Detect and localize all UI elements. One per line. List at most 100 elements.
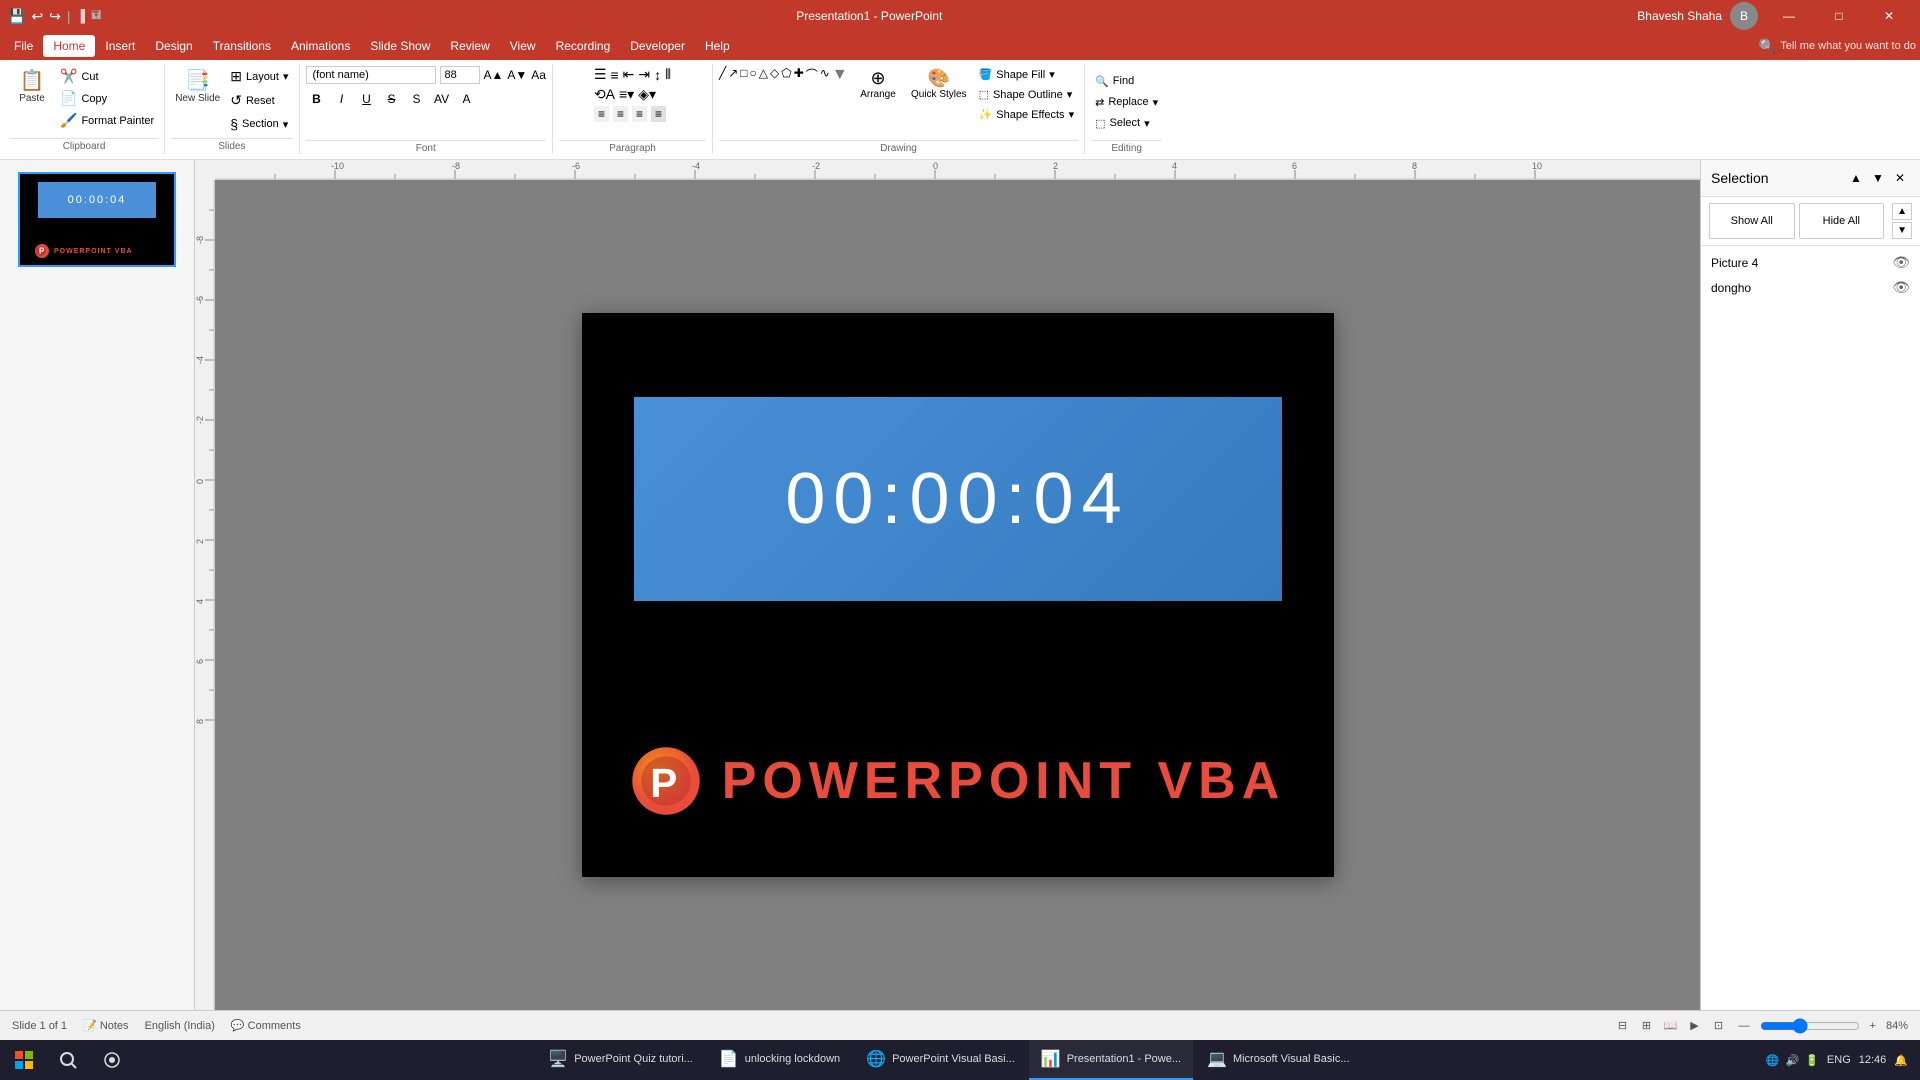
align-right-button[interactable]: ≡ — [632, 106, 647, 122]
freeform-tool[interactable]: ∿ — [820, 66, 830, 84]
text-direction-button[interactable]: ⟲A — [594, 86, 615, 103]
triangle-tool[interactable]: △ — [759, 66, 768, 84]
collapse-up-button[interactable]: ▲ — [1846, 168, 1866, 188]
align-center-button[interactable]: ≡ — [613, 106, 628, 122]
battery-icon[interactable]: 🔋 — [1805, 1054, 1819, 1067]
selection-item-picture4[interactable]: Picture 4 👁 — [1701, 250, 1920, 275]
arrange-button[interactable]: ⊕ Arrange — [853, 66, 903, 102]
menu-slideshow[interactable]: Slide Show — [360, 35, 440, 57]
align-text-button[interactable]: ≡▾ — [619, 86, 634, 103]
reset-button[interactable]: ↺ Reset — [226, 90, 292, 111]
line-tool[interactable]: ╱ — [719, 66, 726, 84]
quick-styles-button[interactable]: 🎨 Quick Styles — [907, 66, 971, 102]
font-size-decrease[interactable]: A▼ — [507, 68, 527, 82]
arc-tool[interactable]: ⌒ — [806, 66, 818, 84]
maximize-button[interactable]: □ — [1816, 0, 1862, 32]
taskbar-app-quiz[interactable]: 🖥️ PowerPoint Quiz tutori... — [536, 1040, 705, 1080]
layout-button[interactable]: ⊞ Layout▾ — [226, 66, 292, 87]
menu-insert[interactable]: Insert — [95, 35, 145, 57]
menu-design[interactable]: Design — [145, 35, 202, 57]
drawing-group-label[interactable]: Drawing — [719, 140, 1078, 154]
hide-all-button[interactable]: Hide All — [1799, 203, 1885, 239]
selection-scroll[interactable]: ▲ ▼ — [1892, 203, 1912, 239]
columns-button[interactable]: ⫴ — [665, 66, 671, 83]
reading-view-button[interactable]: 📖 — [1661, 1016, 1681, 1036]
menu-recording[interactable]: Recording — [546, 35, 621, 57]
pentagon-tool[interactable]: ⬠ — [781, 66, 791, 84]
taskbar-app-lockdown[interactable]: 📄 unlocking lockdown — [707, 1040, 852, 1080]
editing-group-label[interactable]: Editing — [1091, 140, 1162, 154]
increase-indent-button[interactable]: ⇥ — [638, 66, 650, 83]
visibility-eye-picture4[interactable]: 👁 — [1892, 254, 1910, 271]
zoom-slider[interactable] — [1760, 1018, 1860, 1034]
notes-button[interactable]: 📝 Notes — [83, 1019, 129, 1032]
selection-item-dongho[interactable]: dongho 👁 — [1701, 275, 1920, 300]
slides-label[interactable]: Slides — [171, 138, 292, 154]
shape-outline-button[interactable]: ⬚ Shape Outline▾ — [975, 86, 1079, 103]
font-name-input[interactable] — [306, 66, 436, 84]
close-button[interactable]: ✕ — [1866, 0, 1912, 32]
shapes-scroll[interactable]: ▼ — [832, 66, 848, 84]
menu-help[interactable]: Help — [695, 35, 740, 57]
align-left-button[interactable]: ≡ — [594, 106, 609, 122]
decrease-indent-button[interactable]: ⇤ — [623, 66, 635, 83]
search-taskbar-button[interactable] — [48, 1040, 88, 1080]
zoom-in-button[interactable]: + — [1870, 1020, 1876, 1032]
shape-fill-button[interactable]: 🪣 Shape Fill▾ — [975, 66, 1079, 83]
expand-panel-button[interactable]: ▼ — [1868, 168, 1888, 188]
arrow-tool[interactable]: ↗ — [728, 66, 738, 84]
new-slide-button[interactable]: 📑 New Slide — [171, 66, 224, 106]
char-spacing-button[interactable]: AV — [431, 89, 453, 109]
menu-view[interactable]: View — [500, 35, 546, 57]
fit-to-window[interactable]: ⊡ — [1709, 1016, 1729, 1036]
slide-thumbnail[interactable]: 00:00:04 P POWERPOINT VBA — [18, 172, 176, 267]
rect-tool[interactable]: □ — [740, 66, 747, 84]
strikethrough-button[interactable]: S — [381, 89, 403, 109]
menu-file[interactable]: File — [4, 35, 43, 57]
select-button[interactable]: ⬚ Select▾ — [1091, 115, 1154, 132]
minimize-button[interactable]: — — [1766, 0, 1812, 32]
justify-button[interactable]: ≡ — [651, 106, 666, 122]
find-button[interactable]: 🔍 Find — [1091, 73, 1138, 90]
copy-button[interactable]: 📄 Copy — [56, 88, 158, 109]
slide-canvas[interactable]: 00:00:04 — [215, 180, 1700, 1010]
bullet-list-button[interactable]: ☰ — [594, 66, 607, 83]
clear-format-button[interactable]: Aa — [531, 68, 546, 82]
italic-button[interactable]: I — [331, 89, 353, 109]
menu-developer[interactable]: Developer — [620, 35, 695, 57]
clipboard-label[interactable]: Clipboard — [10, 138, 158, 154]
menu-animations[interactable]: Animations — [281, 35, 360, 57]
format-painter-button[interactable]: 🖌️ Format Painter — [56, 110, 158, 131]
menu-home[interactable]: Home — [43, 35, 95, 57]
taskbar-app-presentation[interactable]: 📊 Presentation1 - Powe... — [1029, 1040, 1193, 1080]
slide-sorter-button[interactable]: ⊞ — [1637, 1016, 1657, 1036]
paragraph-group-label[interactable]: Paragraph — [559, 140, 706, 154]
font-size-increase[interactable]: A▲ — [484, 68, 504, 82]
menu-transitions[interactable]: Transitions — [203, 35, 281, 57]
font-size-input[interactable] — [440, 66, 480, 84]
notification-icon[interactable]: 🔔 — [1894, 1054, 1908, 1067]
task-view-button[interactable] — [92, 1040, 132, 1080]
shape-effects-button[interactable]: ✨ Shape Effects▾ — [975, 106, 1079, 123]
start-button[interactable] — [4, 1040, 44, 1080]
zoom-out-button[interactable]: — — [1739, 1020, 1750, 1032]
normal-view-button[interactable]: ⊟ — [1613, 1016, 1633, 1036]
replace-button[interactable]: ⇄ Replace▾ — [1091, 94, 1162, 111]
slideshow-button[interactable]: ▶ — [1685, 1016, 1705, 1036]
shadow-button[interactable]: S — [406, 89, 428, 109]
paste-button[interactable]: 📋 Paste — [10, 66, 54, 106]
comments-button[interactable]: 💬 Comments — [231, 1019, 301, 1032]
close-panel-button[interactable]: ✕ — [1890, 168, 1910, 188]
font-color-button[interactable]: A — [456, 89, 478, 109]
font-group-label[interactable]: Font — [306, 140, 546, 154]
user-avatar[interactable]: B — [1730, 2, 1758, 30]
volume-icon[interactable]: 🔊 — [1786, 1054, 1800, 1067]
rhombus-tool[interactable]: ◇ — [770, 66, 779, 84]
taskbar-app-vba[interactable]: 💻 Microsoft Visual Basic... — [1195, 1040, 1361, 1080]
underline-button[interactable]: U — [356, 89, 378, 109]
menu-review[interactable]: Review — [440, 35, 499, 57]
network-icon[interactable]: 🌐 — [1766, 1054, 1780, 1067]
show-all-button[interactable]: Show All — [1709, 203, 1795, 239]
slide-blue-rect[interactable]: 00:00:04 — [634, 397, 1282, 601]
plus-shape[interactable]: ✚ — [794, 66, 804, 84]
